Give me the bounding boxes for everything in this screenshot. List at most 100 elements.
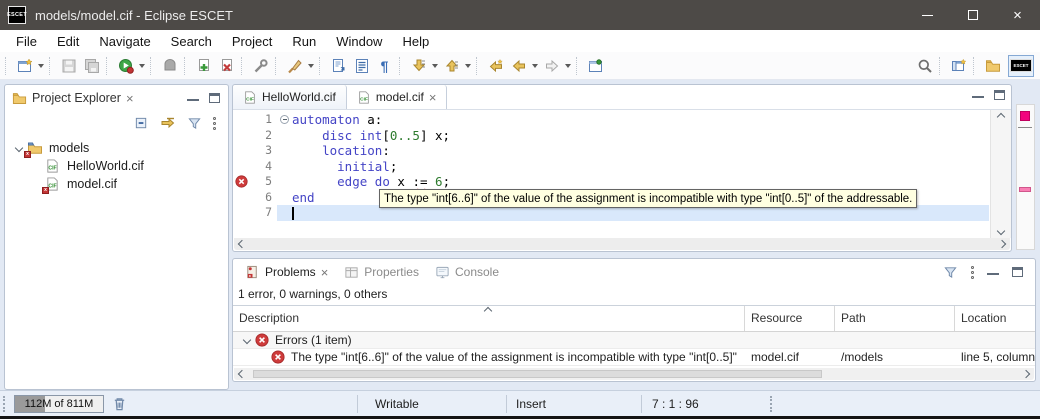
code-area[interactable]: 1 2 3 4 5 6 7 automaton a: disc int[0..5… — [233, 109, 1011, 238]
maximize-view-icon[interactable] — [1012, 267, 1023, 277]
view-menu-icon[interactable] — [971, 266, 974, 279]
code-line-2[interactable]: disc int[0..5] x; — [292, 128, 989, 144]
collapse-all-icon[interactable] — [134, 116, 149, 131]
heap-status[interactable]: 112M of 811M — [14, 395, 104, 413]
code-line-5[interactable]: edge do x := 6; — [292, 174, 989, 190]
view-menu-icon[interactable] — [213, 117, 216, 130]
overview-error-indicator[interactable] — [1020, 111, 1030, 121]
code-line-1[interactable]: automaton a: — [292, 112, 989, 128]
back-icon[interactable] — [507, 54, 530, 78]
new-wizard-icon[interactable] — [13, 54, 36, 78]
scroll-down-icon[interactable] — [997, 227, 1005, 235]
search-icon[interactable] — [913, 54, 936, 78]
save-icon[interactable] — [57, 54, 80, 78]
scroll-right-icon[interactable] — [1022, 370, 1030, 378]
format-dropdown[interactable] — [306, 54, 316, 78]
remove-icon[interactable] — [215, 54, 238, 78]
column-resource[interactable]: Resource — [745, 306, 835, 331]
open-declaration-icon[interactable] — [327, 54, 350, 78]
next-annotation-icon[interactable] — [407, 54, 430, 78]
problems-table: Description Resource Path Location Error… — [233, 305, 1035, 367]
escet-perspective-button[interactable]: ESCET — [1008, 55, 1034, 77]
tree-item-helloworld[interactable]: CIF HelloWorld.cif — [5, 157, 228, 175]
errors-group-row[interactable]: Errors (1 item) — [233, 332, 1035, 349]
editor-horizontal-scrollbar[interactable] — [234, 238, 1010, 250]
new-wizard-dropdown[interactable] — [36, 54, 46, 78]
scroll-left-icon[interactable] — [238, 370, 246, 378]
tree-item-models[interactable]: x models — [5, 139, 228, 157]
code-line-4[interactable]: initial; — [292, 159, 989, 175]
error-icon — [255, 333, 269, 347]
forward-dropdown[interactable] — [563, 54, 573, 78]
close-button[interactable]: × — [995, 0, 1040, 30]
tab-properties[interactable]: Properties — [336, 260, 427, 284]
link-with-editor-icon[interactable] — [160, 116, 176, 130]
filter-icon[interactable] — [187, 116, 202, 131]
minimize-view-icon[interactable] — [987, 270, 999, 275]
overview-error-marker[interactable] — [1019, 187, 1031, 192]
maximize-view-icon[interactable] — [994, 90, 1005, 100]
back-dropdown[interactable] — [530, 54, 540, 78]
show-whitespace-icon[interactable]: ¶ — [373, 54, 396, 78]
previous-annotation-dropdown[interactable] — [463, 54, 473, 78]
menu-project[interactable]: Project — [222, 30, 282, 52]
column-path[interactable]: Path — [835, 306, 955, 331]
tree-item-label: HelloWorld.cif — [67, 159, 144, 173]
pin-editor-icon[interactable] — [584, 54, 607, 78]
minimize-view-icon[interactable] — [187, 96, 199, 101]
scroll-up-icon[interactable] — [997, 113, 1005, 121]
menu-help[interactable]: Help — [392, 30, 439, 52]
add-icon[interactable] — [192, 54, 215, 78]
format-icon[interactable] — [283, 54, 306, 78]
column-location[interactable]: Location — [955, 306, 1035, 331]
expander-icon[interactable] — [239, 337, 255, 343]
tab-helloworld-cif[interactable]: CIF HelloWorld.cif — [233, 85, 347, 109]
garbage-collect-button[interactable] — [112, 396, 127, 412]
new-perspective-icon[interactable] — [947, 54, 970, 78]
tree-item-model[interactable]: CIF x model.cif — [5, 175, 228, 193]
menu-file[interactable]: File — [6, 30, 47, 52]
minimize-button[interactable] — [905, 0, 950, 30]
trash-icon — [112, 396, 127, 412]
tab-console[interactable]: Console — [427, 260, 507, 284]
tab-problems[interactable]: x Problems × — [237, 260, 336, 284]
wrench-icon[interactable] — [249, 54, 272, 78]
scroll-right-icon[interactable] — [998, 240, 1006, 248]
fold-collapse-icon[interactable] — [280, 115, 289, 124]
open-perspective-icon[interactable] — [981, 54, 1004, 78]
menu-navigate[interactable]: Navigate — [89, 30, 160, 52]
menu-search[interactable]: Search — [161, 30, 222, 52]
error-row[interactable]: The type "int[6..6]" of the value of the… — [233, 349, 1035, 366]
maximize-button[interactable] — [950, 0, 995, 30]
scroll-left-icon[interactable] — [238, 240, 246, 248]
project-explorer-close-icon[interactable]: × — [126, 91, 134, 106]
run-icon[interactable] — [114, 54, 137, 78]
problems-horizontal-scrollbar[interactable] — [234, 368, 1034, 380]
menu-window[interactable]: Window — [326, 30, 392, 52]
outline-icon[interactable] — [350, 54, 373, 78]
menu-edit[interactable]: Edit — [47, 30, 89, 52]
last-edit-location-icon[interactable] — [484, 54, 507, 78]
tab-close-icon[interactable]: × — [429, 90, 437, 105]
filter-icon[interactable] — [943, 265, 958, 280]
status-separator — [641, 395, 642, 413]
forward-icon[interactable] — [540, 54, 563, 78]
previous-annotation-icon[interactable] — [440, 54, 463, 78]
scrollbar-thumb[interactable] — [253, 370, 822, 378]
tab-model-cif[interactable]: CIF model.cif × — [347, 85, 448, 109]
run-dropdown[interactable] — [137, 54, 147, 78]
save-all-icon[interactable] — [80, 54, 103, 78]
maximize-view-icon[interactable] — [209, 93, 220, 103]
toolbar-separator — [184, 57, 189, 75]
launch-config-icon[interactable] — [158, 54, 181, 78]
cif-file-error-icon: CIF x — [45, 176, 61, 192]
code-line-3[interactable]: location: — [292, 143, 989, 159]
minimize-view-icon[interactable] — [972, 93, 984, 98]
menu-run[interactable]: Run — [282, 30, 326, 52]
code-text[interactable]: automaton a: disc int[0..5] x; location:… — [292, 110, 989, 238]
editor-vertical-scrollbar[interactable] — [990, 110, 1011, 238]
project-explorer-minmax — [187, 93, 220, 103]
next-annotation-dropdown[interactable] — [430, 54, 440, 78]
error-marker-icon[interactable] — [235, 175, 248, 188]
tab-close-icon[interactable]: × — [321, 265, 329, 280]
